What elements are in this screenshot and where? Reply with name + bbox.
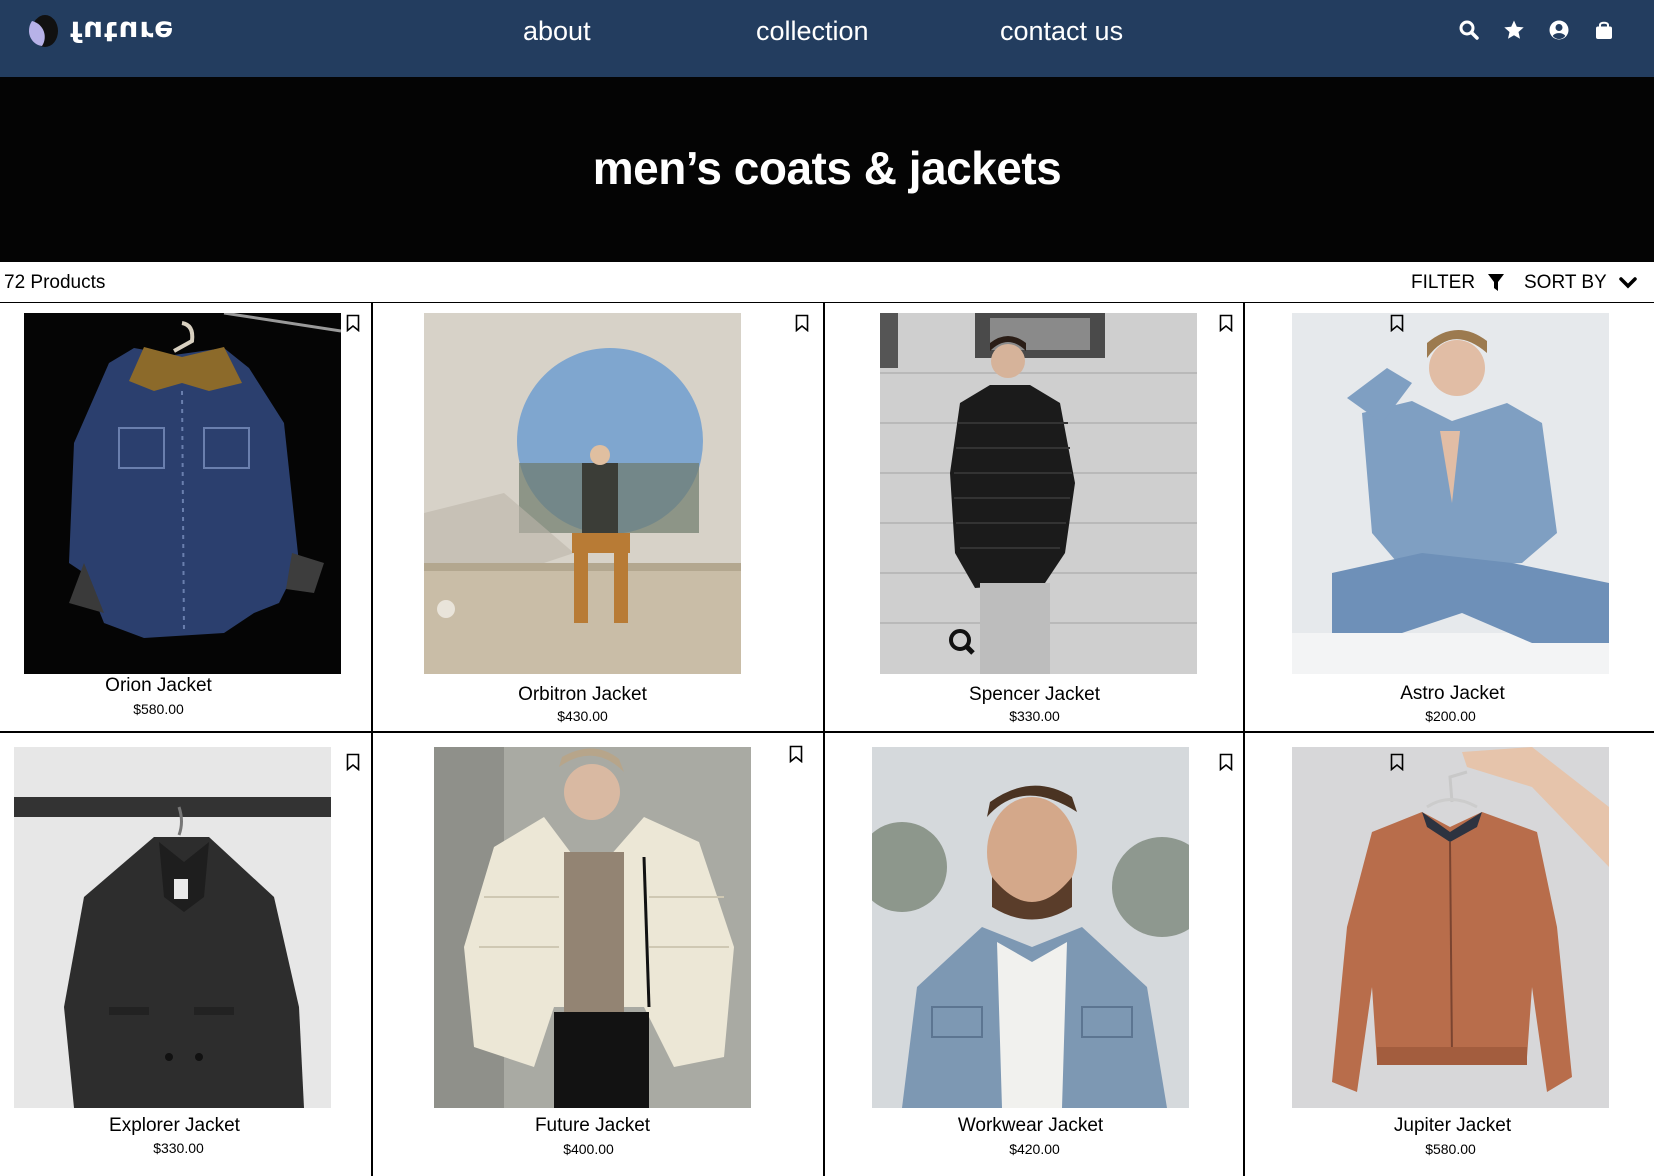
product-name[interactable]: Workwear Jacket xyxy=(872,1115,1189,1137)
bookmark-icon[interactable] xyxy=(346,753,360,771)
product-name[interactable]: Orbitron Jacket xyxy=(424,684,741,706)
brand-logo[interactable]: future xyxy=(28,10,174,52)
sort-by-label: SORT BY xyxy=(1524,272,1607,293)
product-image[interactable] xyxy=(1292,747,1609,1108)
product-name[interactable]: Spencer Jacket xyxy=(876,684,1193,706)
bookmark-icon[interactable] xyxy=(1219,753,1233,771)
product-price: $400.00 xyxy=(563,1141,614,1157)
product-price: $580.00 xyxy=(133,701,184,717)
brand-logo-icon xyxy=(29,15,58,47)
product-card[interactable]: Workwear Jacket $420.00 xyxy=(824,733,1243,1176)
filter-icon xyxy=(1488,274,1505,291)
product-count: 72 Products xyxy=(4,272,106,293)
product-card[interactable]: Orion Jacket $580.00 xyxy=(0,303,371,731)
nav-link-collection[interactable]: collection xyxy=(756,0,869,62)
brand-logo-text: future xyxy=(70,14,175,48)
shopping-bag-icon[interactable] xyxy=(1593,19,1615,41)
product-toolbar: 72 Products FILTER SORT BY xyxy=(0,262,1654,303)
bookmark-icon[interactable] xyxy=(795,314,809,332)
nav-link-about[interactable]: about xyxy=(523,0,591,62)
search-icon[interactable] xyxy=(1458,19,1480,41)
product-card[interactable]: Orbitron Jacket $430.00 xyxy=(372,303,823,731)
bookmark-icon[interactable] xyxy=(1219,314,1233,332)
product-card[interactable]: Astro Jacket $200.00 xyxy=(1244,303,1654,731)
product-price: $200.00 xyxy=(1425,708,1476,724)
bookmark-icon[interactable] xyxy=(1390,753,1404,771)
user-icon[interactable] xyxy=(1548,19,1570,41)
product-image[interactable] xyxy=(434,747,751,1108)
sort-by-button[interactable]: SORT BY xyxy=(1524,270,1637,296)
product-card[interactable]: Jupiter Jacket $580.00 xyxy=(1244,733,1654,1176)
chevron-down-icon xyxy=(1618,277,1637,289)
product-image[interactable] xyxy=(872,747,1189,1108)
product-image[interactable] xyxy=(24,313,341,674)
product-name[interactable]: Orion Jacket xyxy=(0,675,317,697)
star-icon[interactable] xyxy=(1503,19,1525,41)
product-name[interactable]: Future Jacket xyxy=(434,1115,751,1137)
product-price: $430.00 xyxy=(557,708,608,724)
product-name[interactable]: Jupiter Jacket xyxy=(1294,1115,1611,1137)
page-title: men’s coats & jackets xyxy=(592,142,1062,194)
product-image[interactable] xyxy=(14,747,331,1108)
product-image[interactable] xyxy=(880,313,1197,674)
product-price: $420.00 xyxy=(1009,1141,1060,1157)
product-name[interactable]: Explorer Jacket xyxy=(16,1115,333,1137)
product-price: $330.00 xyxy=(153,1140,204,1156)
product-price: $330.00 xyxy=(1009,708,1060,724)
category-hero-banner: men’s coats & jackets xyxy=(0,77,1654,262)
product-image[interactable] xyxy=(424,313,741,674)
filter-button[interactable]: FILTER xyxy=(1411,270,1505,296)
filter-label: FILTER xyxy=(1411,272,1476,293)
product-grid: Orion Jacket $580.00 Orbitron Jacket $43… xyxy=(0,303,1654,1176)
top-navigation-bar: future about collection contact us xyxy=(0,0,1654,77)
product-card[interactable]: Future Jacket $400.00 xyxy=(372,733,823,1176)
product-image[interactable] xyxy=(1292,313,1609,674)
nav-link-contact-us[interactable]: contact us xyxy=(1000,0,1123,62)
product-price: $580.00 xyxy=(1425,1141,1476,1157)
bookmark-icon[interactable] xyxy=(346,314,360,332)
product-card[interactable]: Explorer Jacket $330.00 xyxy=(0,733,371,1176)
bookmark-icon[interactable] xyxy=(1390,314,1404,332)
product-name[interactable]: Astro Jacket xyxy=(1294,683,1611,705)
bookmark-icon[interactable] xyxy=(789,745,803,763)
product-card[interactable]: Spencer Jacket $330.00 xyxy=(824,303,1243,731)
